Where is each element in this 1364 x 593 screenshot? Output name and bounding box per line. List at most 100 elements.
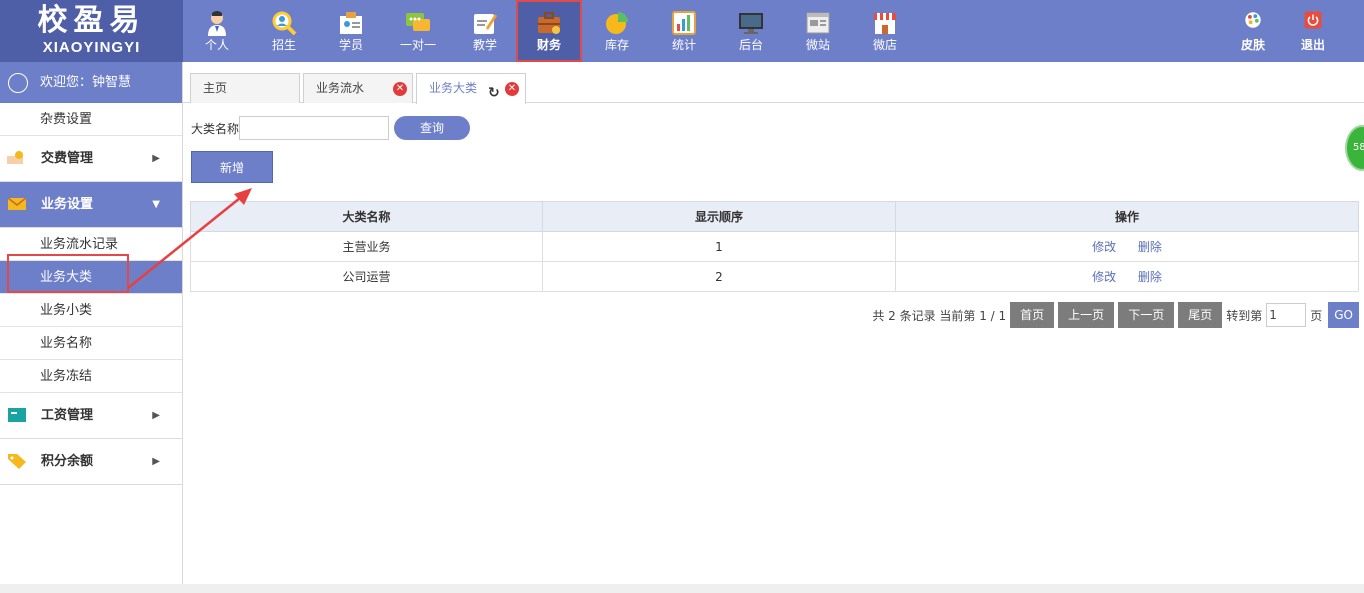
payment-icon [7,151,23,164]
sidebar-group-label: 业务设置 [41,197,94,212]
highlight-box [7,254,129,293]
sidebar-item-business-freeze[interactable]: 业务冻结 [0,360,182,393]
tab-business-category[interactable]: 业务大类 ↻ ✕ [416,73,526,104]
bottom-strip [0,584,1364,593]
edit-link[interactable]: 修改 [1092,270,1116,284]
tab-home[interactable]: 主页 [190,73,300,103]
tab-bar: 主页 业务流水 ✕ 业务大类 ↻ ✕ [183,62,1364,104]
tab-business-flow[interactable]: 业务流水 ✕ [303,73,413,103]
nav-label: 微店 [872,38,897,52]
logo-title: 校盈易 [37,3,146,38]
nav-recruit[interactable]: 招生 [253,0,315,62]
nav-label: 微站 [805,38,830,52]
sidebar-group-business-settings[interactable]: 业务设置 ▼ [0,182,182,228]
add-button[interactable]: 新增 [191,151,273,183]
logo: 校盈易 XIAOYINGYI [0,0,183,62]
salary-icon [8,408,26,422]
palette-icon [1245,12,1261,28]
sidebar-item-business-name[interactable]: 业务名称 [0,327,182,360]
person-icon [208,11,226,36]
nav-statistics[interactable]: 统计 [653,0,715,62]
category-name-label: 大类名称 [191,122,240,136]
nav-label: 学员 [338,38,363,52]
prev-page-button[interactable]: 上一页 [1058,302,1115,328]
edit-link[interactable]: 修改 [1092,240,1116,254]
nav-inventory[interactable]: 库存 [586,0,648,62]
sidebar-item-misc-fee[interactable]: 杂费设置 [0,103,182,136]
recruit-search-icon [272,11,297,36]
nav-label: 个人 [204,38,229,52]
nav-label: 后台 [738,38,763,52]
nav-student[interactable]: 学员 [320,0,382,62]
micro-site-icon [806,12,830,34]
nav-one-on-one[interactable]: 一对一 [387,0,449,62]
tab-label: 业务大类 [429,81,478,95]
nav-label: 招生 [271,38,296,52]
sidebar-group-payment[interactable]: 交费管理 ▶ [0,136,182,182]
goto-label: 转到第 [1226,308,1263,323]
column-header: 大类名称 [190,201,543,232]
nav-label: 教学 [472,38,497,52]
next-page-button[interactable]: 下一页 [1118,302,1175,328]
nav-backend[interactable]: 后台 [720,0,782,62]
category-name-cell: 主营业务 [190,231,543,262]
chat-icon [406,13,430,31]
nav-teaching[interactable]: 教学 [454,0,516,62]
sidebar-group-salary[interactable]: 工资管理 ▶ [0,393,182,439]
briefcase-icon [538,12,560,34]
first-page-button[interactable]: 首页 [1010,302,1055,328]
tab-label: 主页 [203,81,228,95]
smiley-icon [8,73,28,93]
category-name-cell: 公司运营 [190,261,543,292]
main-content: 大类名称 查询 新增 大类名称 显示顺序 操作 主营业务 1 修改 删除 公司运… [183,104,1364,584]
sidebar-group-label: 交费管理 [41,151,94,166]
page-suffix-label: 页 [1310,308,1323,323]
sidebar-item-label: 业务小类 [40,303,93,318]
nav-micro-shop[interactable]: 微店 [854,0,916,62]
column-header: 显示顺序 [542,201,896,232]
page-number-input[interactable]: 1 [1266,303,1307,327]
query-button[interactable]: 查询 [394,116,470,140]
nav-label: 一对一 [399,38,436,52]
tag-icon [8,454,26,469]
table-header-row: 大类名称 显示顺序 操作 [190,201,1359,232]
refresh-icon[interactable]: ↻ [488,79,500,107]
pagination: 共 2 条记录 当前第 1 / 1 首页 上一页 下一页 尾页 转到第 1 页 … [872,302,1359,328]
nav-label: 皮肤 [1240,38,1265,52]
nav-personal[interactable]: 个人 [186,0,248,62]
chevron-right-icon: ▶ [152,410,160,421]
chevron-down-icon: ▼ [152,199,160,210]
student-icon [340,12,362,34]
stats-icon [672,11,696,35]
record-summary: 共 2 条记录 当前第 1 / 1 [872,308,1007,323]
nav-skin[interactable]: 皮肤 [1223,0,1283,62]
sidebar-item-label: 业务流水记录 [40,237,119,252]
category-table: 大类名称 显示顺序 操作 主营业务 1 修改 删除 公司运营 2 修改 删除 [190,201,1359,292]
sidebar-group-points-balance[interactable]: 积分余额 ▶ [0,439,182,485]
sidebar-group-label: 积分余额 [41,454,94,469]
sidebar-item-business-subcategory[interactable]: 业务小类 [0,294,182,327]
welcome-text: 欢迎您：钟智慧 [40,75,132,90]
close-icon[interactable]: ✕ [505,82,519,96]
inventory-pie-icon [606,12,628,34]
delete-link[interactable]: 删除 [1138,270,1162,284]
welcome-bar: 欢迎您：钟智慧 [0,62,182,103]
last-page-button[interactable]: 尾页 [1178,302,1223,328]
nav-micro-site[interactable]: 微站 [787,0,849,62]
category-name-input[interactable] [239,116,389,140]
shop-icon [874,13,896,34]
column-header: 操作 [895,201,1359,232]
logo-subtitle: XIAOYINGYI [42,39,141,56]
sidebar-item-label: 杂费设置 [40,112,93,127]
go-button[interactable]: GO [1328,302,1359,328]
nav-label: 统计 [671,38,696,52]
delete-link[interactable]: 删除 [1138,240,1162,254]
display-order-cell: 1 [542,231,896,262]
badge-count: 58 [1353,142,1364,153]
monitor-icon [739,13,763,34]
mail-icon [7,197,27,210]
nav-label: 财务 [536,38,561,52]
nav-logout[interactable]: 退出 [1283,0,1343,62]
close-icon[interactable]: ✕ [393,82,407,96]
nav-finance[interactable]: 财务 [516,0,582,62]
